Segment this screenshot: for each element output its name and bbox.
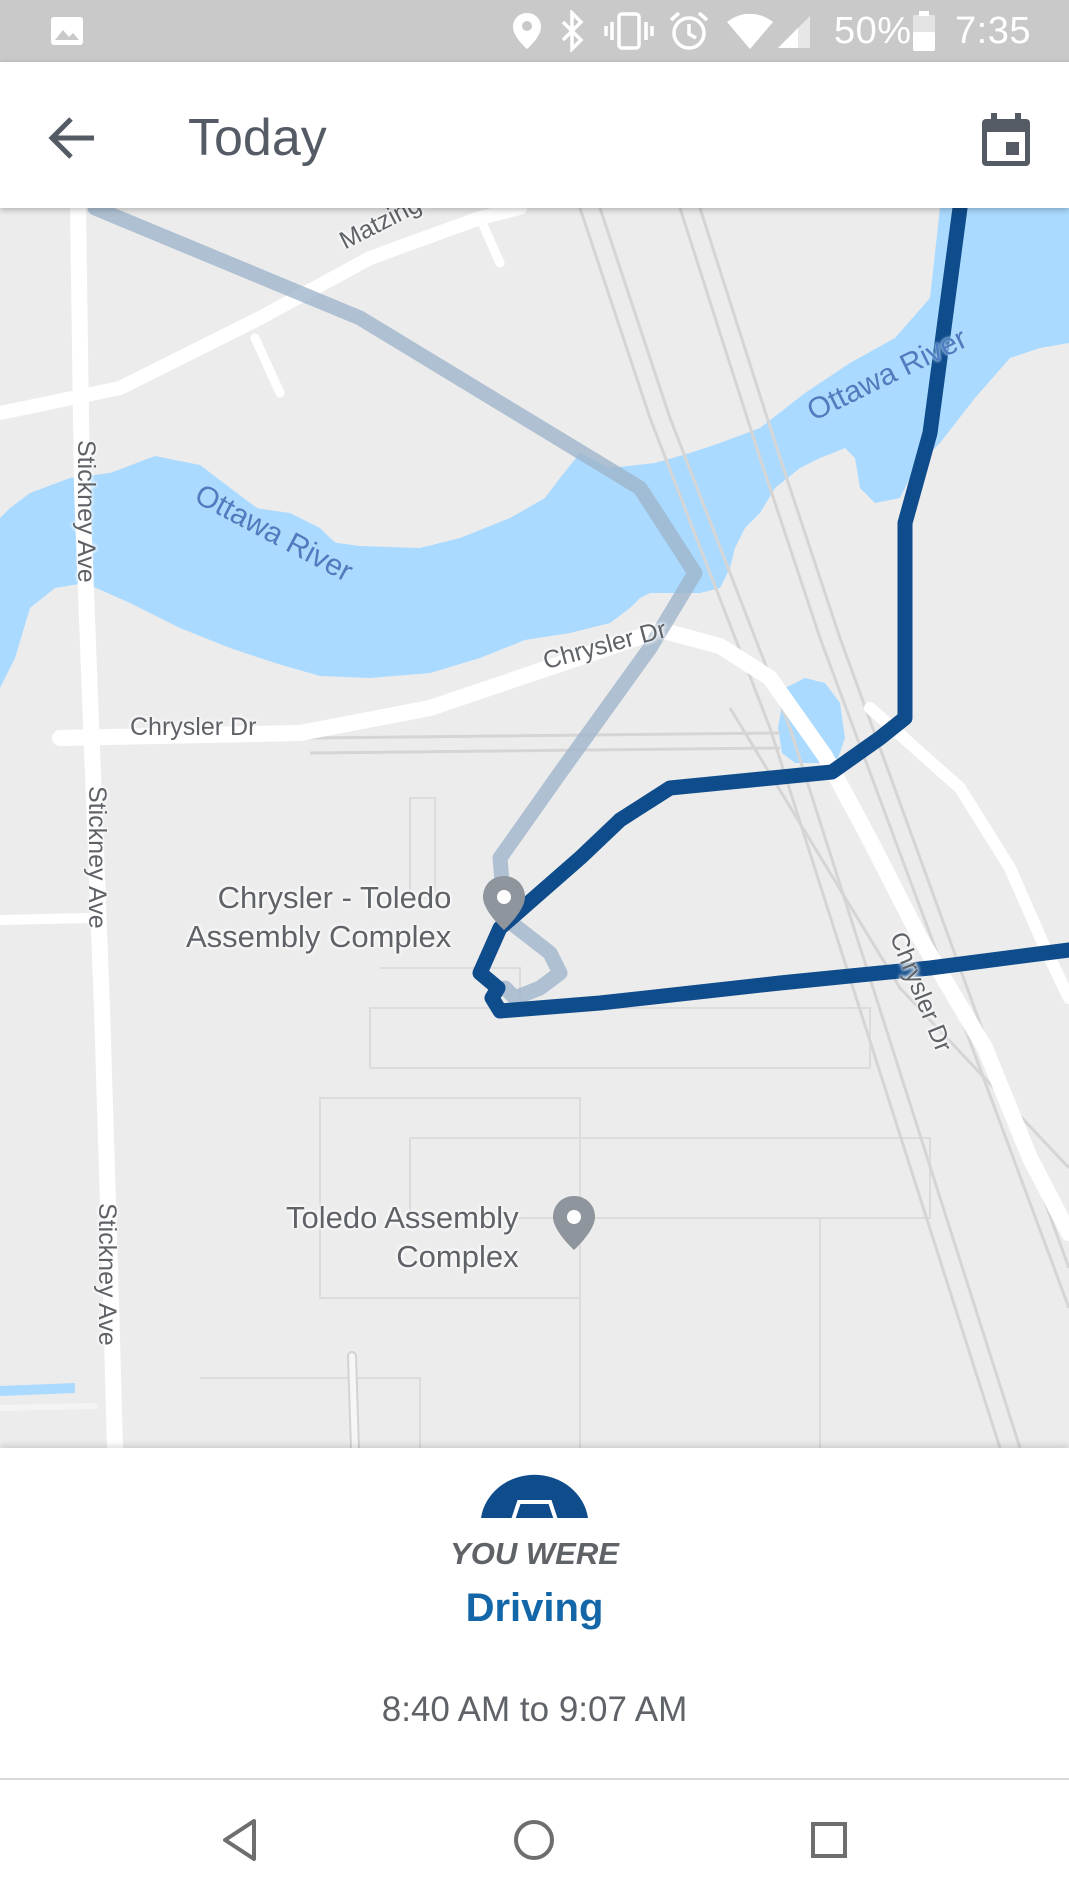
screen: 50% 7:35 Today Matzinger Rd Stickney Ave…: [0, 0, 1069, 1900]
place-label-line-2: Complex: [396, 1239, 519, 1274]
status-bar: 50% 7:35: [0, 0, 1069, 62]
street-label-stickney-2: Stickney Ave: [83, 786, 111, 929]
wifi-icon: [727, 14, 773, 49]
activity-panel: YOU WERE Driving 8:40 AM to 9:07 AM: [0, 1448, 1069, 1778]
nav-home-icon: [514, 1820, 554, 1860]
battery-icon: [913, 11, 935, 51]
alarm-icon: [669, 11, 709, 50]
nav-home-button[interactable]: [502, 1808, 566, 1872]
map[interactable]: Matzinger Rd Stickney Ave Stickney Ave S…: [0, 208, 1069, 1448]
place-label-line-2: Assembly Complex: [186, 919, 452, 954]
place-label-toledo-assembly[interactable]: Toledo Assembly Complex: [286, 1198, 519, 1276]
street-label-stickney-3: Stickney Ave: [93, 1203, 121, 1346]
nav-recents-icon: [811, 1822, 847, 1858]
place-label-line-1: Chrysler - Toledo: [217, 880, 452, 915]
arrow-back-icon: [48, 117, 94, 159]
clock: 7:35: [955, 10, 1031, 52]
image-icon: [51, 17, 83, 45]
street-label-stickney-1: Stickney Ave: [72, 440, 100, 583]
battery-percent: 50%: [834, 10, 912, 52]
place-label-chrysler-toledo[interactable]: Chrysler - Toledo Assembly Complex: [186, 878, 451, 956]
place-label-line-1: Toledo Assembly: [286, 1200, 519, 1235]
system-nav-bar: [0, 1778, 1069, 1900]
street-label-chrysler-1: Chrysler Dr: [130, 713, 257, 741]
place-pin-2[interactable]: [553, 1196, 595, 1250]
back-button[interactable]: [34, 100, 110, 176]
vibrate-icon: [604, 12, 654, 50]
page-title: Today: [188, 109, 327, 167]
car-icon: [481, 1474, 588, 1522]
nav-recents-button[interactable]: [797, 1808, 861, 1872]
you-were-label: YOU WERE: [450, 1536, 619, 1571]
cellular-signal-icon: [778, 16, 810, 48]
calendar-icon: [982, 113, 1030, 166]
bluetooth-icon: [561, 10, 584, 52]
activity-type: Driving: [465, 1586, 604, 1630]
map-canvas[interactable]: [0, 208, 1069, 1448]
calendar-button[interactable]: [966, 100, 1046, 180]
time-range: 8:40 AM to 9:07 AM: [381, 1690, 688, 1729]
nav-back-icon: [223, 1819, 256, 1861]
nav-back-button[interactable]: [208, 1808, 272, 1872]
app-bar: Today: [0, 62, 1069, 208]
location-icon: [513, 13, 541, 49]
